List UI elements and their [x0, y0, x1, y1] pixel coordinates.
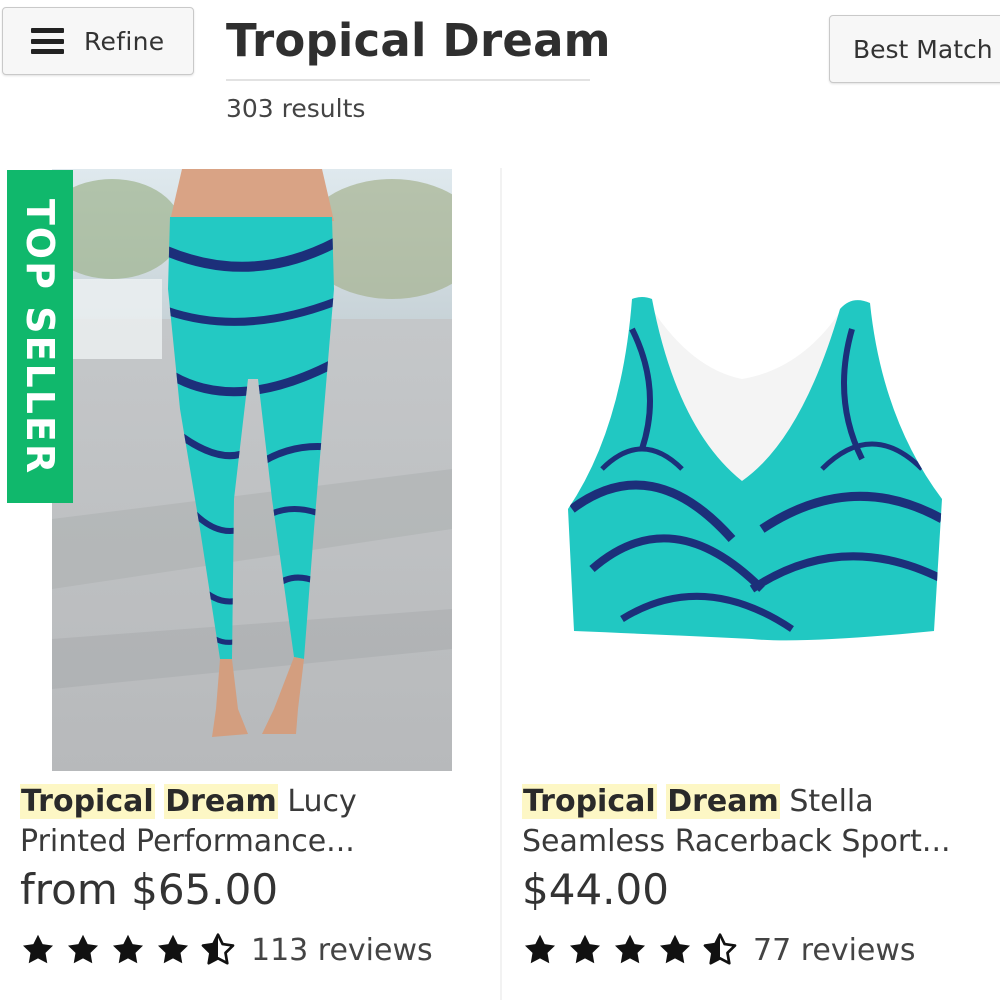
- star-half-icon: [703, 933, 737, 965]
- refine-label: Refine: [84, 26, 165, 56]
- star-full-icon: [68, 934, 98, 964]
- review-count: 77 reviews: [753, 932, 916, 968]
- product-name-text: Seamless Racerback Sport...: [522, 824, 951, 859]
- menu-icon: [31, 28, 64, 54]
- rating-reviews-link[interactable]: 113 reviews: [20, 932, 433, 968]
- star-full-icon: [158, 934, 188, 964]
- star-full-icon: [23, 934, 53, 964]
- star-full-icon: [615, 934, 645, 964]
- result-count: 303 results: [226, 94, 366, 123]
- sort-label: Best Match: [853, 34, 993, 64]
- product-name-highlight: Tropical: [20, 784, 155, 819]
- page-title: Tropical Dream: [226, 14, 611, 67]
- star-full-icon: [660, 934, 690, 964]
- product-price: $44.00: [522, 865, 669, 914]
- product-price: from $65.00: [20, 865, 279, 914]
- rating-reviews-link[interactable]: 77 reviews: [522, 932, 916, 968]
- star-half-icon: [201, 933, 235, 965]
- star-full-icon: [113, 934, 143, 964]
- product-name-text: Stella: [789, 784, 874, 819]
- product-name-link[interactable]: Tropical Dream Stella Seamless Racerback…: [522, 782, 992, 862]
- product-image-sports-bra[interactable]: [502, 169, 1000, 771]
- product-card[interactable]: TOP SELLER Tropical Dream Lucy Printed P…: [0, 168, 500, 1000]
- product-name-highlight: Dream: [164, 784, 278, 819]
- title-divider: [226, 79, 590, 81]
- product-name-highlight: Dream: [666, 784, 780, 819]
- star-full-icon: [525, 934, 555, 964]
- badge-label: TOP SELLER: [18, 198, 62, 475]
- sort-dropdown[interactable]: Best Match: [829, 15, 1000, 83]
- product-card[interactable]: Tropical Dream Stella Seamless Racerback…: [500, 168, 1000, 1000]
- product-name-link[interactable]: Tropical Dream Lucy Printed Performance.…: [20, 782, 490, 862]
- product-name-text: Printed Performance...: [20, 824, 355, 859]
- product-image-leggings[interactable]: [52, 169, 452, 771]
- product-name-text: Lucy: [287, 784, 357, 819]
- product-name-highlight: Tropical: [522, 784, 657, 819]
- review-count: 113 reviews: [251, 932, 433, 968]
- top-seller-badge: TOP SELLER: [7, 170, 73, 503]
- star-full-icon: [570, 934, 600, 964]
- refine-button[interactable]: Refine: [2, 7, 194, 75]
